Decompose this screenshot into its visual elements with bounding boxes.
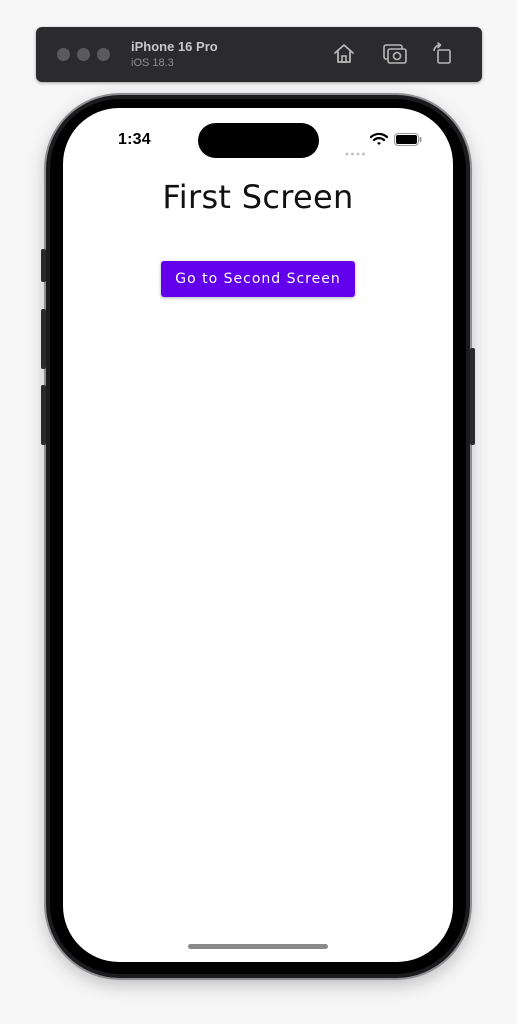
simulator-toolbar: iPhone 16 Pro iOS 18.3 bbox=[36, 27, 482, 82]
device-os-version: iOS 18.3 bbox=[131, 57, 174, 69]
phone-frame: 1:34 First Screen Go to Second Screen bbox=[41, 95, 475, 978]
power-button[interactable] bbox=[470, 348, 475, 445]
cellular-signal-icon bbox=[345, 143, 367, 156]
wifi-icon bbox=[369, 132, 389, 146]
home-icon[interactable] bbox=[331, 41, 357, 67]
status-time: 1:34 bbox=[118, 131, 151, 148]
minimize-window-button[interactable] bbox=[77, 48, 90, 61]
go-to-second-screen-button[interactable]: Go to Second Screen bbox=[161, 261, 355, 297]
volume-up-button[interactable] bbox=[41, 309, 46, 369]
rotate-icon[interactable] bbox=[430, 41, 456, 67]
screenshot-icon[interactable] bbox=[382, 41, 408, 67]
battery-icon bbox=[394, 133, 422, 146]
close-window-button[interactable] bbox=[57, 48, 70, 61]
dynamic-island bbox=[198, 123, 319, 158]
zoom-window-button[interactable] bbox=[97, 48, 110, 61]
device-name: iPhone 16 Pro bbox=[131, 39, 218, 54]
app-screen: 1:34 First Screen Go to Second Screen bbox=[63, 108, 453, 962]
volume-down-button[interactable] bbox=[41, 385, 46, 445]
page-title: First Screen bbox=[162, 178, 354, 216]
action-button[interactable] bbox=[41, 249, 46, 282]
home-indicator[interactable] bbox=[188, 944, 328, 949]
status-icons bbox=[345, 132, 425, 156]
